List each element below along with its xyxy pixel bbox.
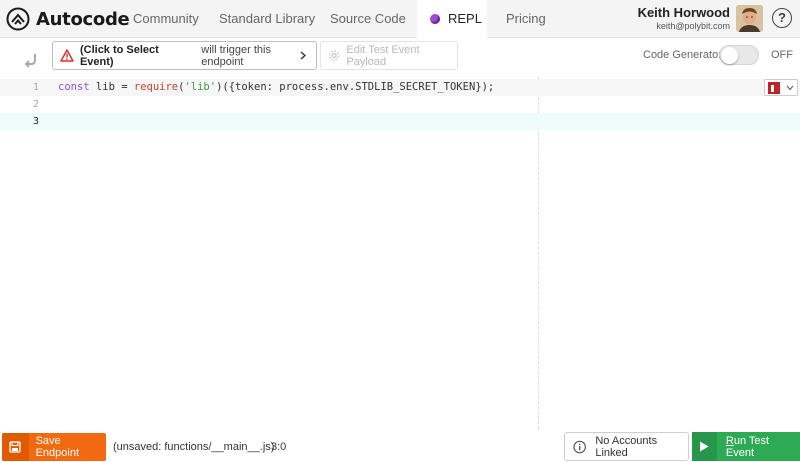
nav-standard-library[interactable]: Standard Library	[219, 0, 315, 38]
code-keyword: const	[58, 81, 90, 93]
code-generator-state: OFF	[771, 49, 793, 61]
code-editor[interactable]: 1 const lib = require('lib')({token: pro…	[0, 77, 800, 429]
nav-repl[interactable]: REPL	[417, 0, 487, 38]
code-line[interactable]: 2	[0, 96, 800, 113]
file-path: (unsaved: functions/__main__.js)	[113, 441, 275, 453]
npm-package-button[interactable]	[764, 79, 798, 96]
chevron-right-icon	[300, 51, 306, 60]
avatar-image	[736, 5, 763, 32]
code-string: 'lib'	[184, 81, 217, 93]
nav-repl-label: REPL	[448, 11, 482, 26]
save-icon	[9, 441, 21, 453]
code-generator-toggle[interactable]	[719, 45, 759, 65]
edit-payload-label: Edit Test Event Payload	[346, 43, 420, 68]
code-rest: )({token: process.env.STDLIB_SECRET_TOKE…	[216, 81, 495, 93]
autocode-logo-icon	[6, 7, 30, 31]
chevron-down-icon	[786, 85, 794, 91]
nav-pricing-label: Pricing	[506, 11, 546, 26]
top-navigation: Autocode Community Standard Library Sour…	[0, 0, 800, 38]
run-test-event-label: Run Test Event	[725, 434, 770, 459]
nav-pricing[interactable]: Pricing	[506, 0, 546, 38]
repl-icon	[430, 14, 440, 24]
user-email: keith@polybit.com	[656, 21, 730, 31]
logo-text: Autocode	[36, 8, 130, 30]
event-title: (Click to Select Event)	[79, 43, 159, 68]
help-icon[interactable]: ?	[772, 8, 792, 28]
run-icon-wrap	[692, 432, 717, 461]
line-number: 3	[32, 116, 39, 127]
nav-standard-library-label: Standard Library	[219, 11, 316, 26]
save-icon-wrap	[2, 433, 29, 461]
event-subtitle: will trigger this endpoint	[201, 43, 271, 68]
code-identifier: lib =	[89, 81, 134, 93]
user-info[interactable]: Keith Horwood keith@polybit.com	[638, 6, 730, 32]
autocode-logo[interactable]: Autocode	[6, 6, 130, 32]
avatar[interactable]	[736, 5, 763, 32]
npm-icon	[768, 82, 780, 94]
play-icon	[700, 441, 709, 452]
user-name: Keith Horwood	[637, 5, 730, 20]
code-line-current[interactable]: 3	[0, 113, 800, 130]
save-endpoint-label: Save Endpoint	[35, 435, 80, 459]
nav-community-label: Community	[133, 11, 199, 26]
warning-icon	[60, 49, 74, 62]
event-selector[interactable]: (Click to Select Event) will trigger thi…	[52, 41, 317, 70]
nav-source-code[interactable]: Source Code	[330, 0, 406, 38]
info-icon	[573, 440, 586, 453]
code-function: require	[133, 81, 179, 93]
line-number: 1	[32, 82, 39, 93]
gear-icon	[329, 50, 340, 61]
nav-community[interactable]: Community	[133, 0, 199, 38]
edit-test-event-payload-button[interactable]: Edit Test Event Payload	[320, 41, 458, 70]
cursor-position: 3:0	[271, 441, 287, 453]
code-line[interactable]: 1 const lib = require('lib')({token: pro…	[0, 79, 800, 96]
toggle-knob	[721, 47, 738, 64]
nav-source-code-label: Source Code	[330, 11, 406, 26]
undo-arrow-icon[interactable]	[22, 52, 40, 70]
line-number: 2	[32, 99, 39, 110]
run-test-event-button[interactable]: Run Test Event	[692, 432, 800, 461]
linked-accounts-button[interactable]: No Accounts Linked	[564, 432, 689, 461]
code-text: const lib = require('lib')({token: proce…	[58, 79, 494, 96]
save-endpoint-button[interactable]: Save Endpoint	[2, 433, 106, 461]
code-generator-label: Code Generator	[643, 49, 722, 61]
accounts-label: No Accounts Linked	[595, 434, 658, 459]
